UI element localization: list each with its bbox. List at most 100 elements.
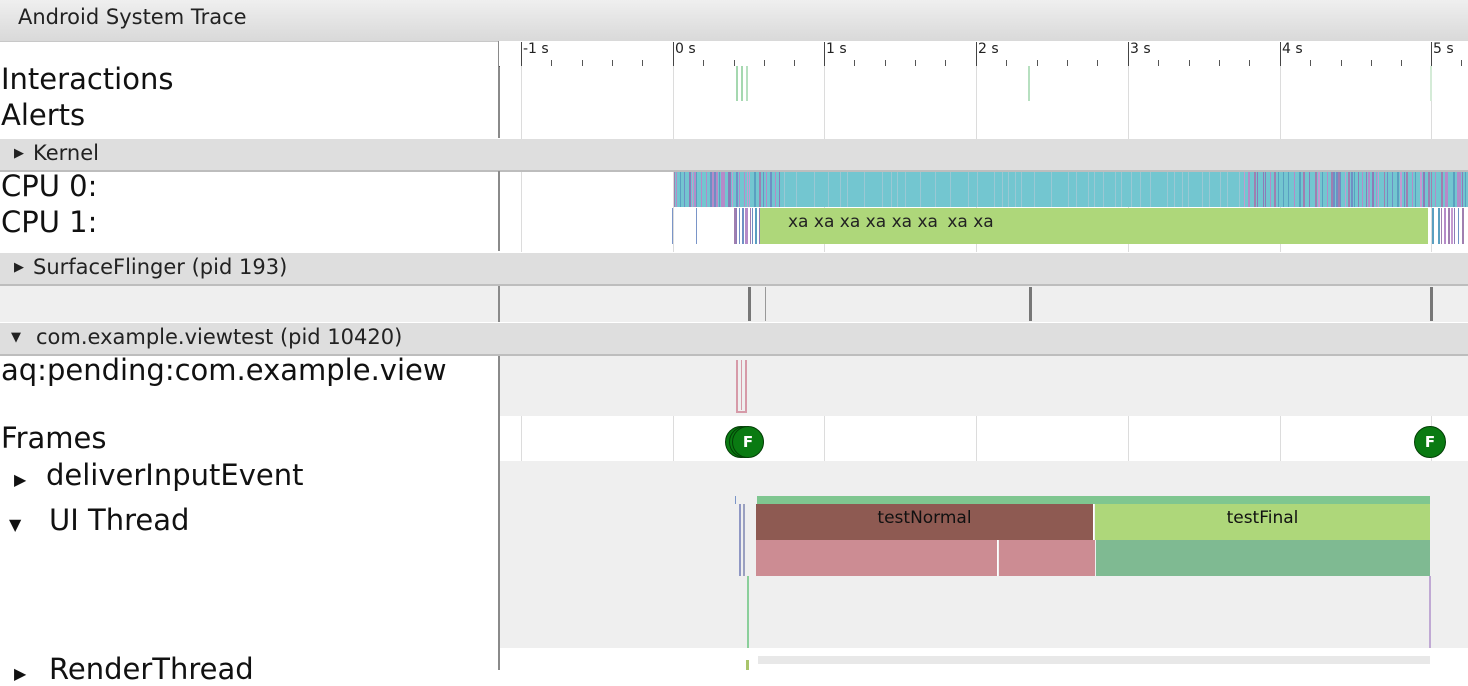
cpu-slice[interactable] (752, 208, 753, 244)
cpu-slice[interactable] (784, 172, 785, 207)
cpu-slice[interactable] (701, 172, 702, 207)
cpu-slice[interactable] (1182, 172, 1183, 207)
interaction-mark[interactable] (746, 66, 748, 101)
cpu-slice[interactable] (1121, 172, 1122, 207)
cpu-slice[interactable] (1444, 208, 1446, 244)
cpu-slice[interactable] (692, 172, 693, 207)
deliver-input-slice[interactable] (735, 496, 736, 504)
frame-marker[interactable]: F (732, 426, 764, 458)
frame-marker[interactable]: F (1414, 426, 1446, 458)
cpu-slice[interactable] (1076, 172, 1077, 207)
ui-small-slice[interactable] (747, 576, 749, 648)
cpu-slice[interactable] (716, 172, 718, 207)
cpu-slice[interactable] (1431, 172, 1432, 207)
cpu-slice[interactable] (1400, 172, 1402, 207)
cpu0-track[interactable] (674, 172, 1468, 207)
cpu-slice[interactable] (828, 172, 829, 207)
ui-small-slice[interactable] (743, 504, 745, 576)
cpu-slice[interactable] (1333, 172, 1335, 207)
cpu-slice[interactable] (1372, 172, 1374, 207)
cpu-slice[interactable] (891, 172, 892, 207)
interaction-mark[interactable] (1028, 66, 1030, 101)
cpu-slice[interactable] (1423, 172, 1425, 207)
cpu-slice[interactable] (672, 208, 673, 244)
cpu-slice[interactable] (935, 172, 936, 207)
cpu-slice[interactable] (1462, 172, 1463, 207)
cpu-slice[interactable] (1315, 172, 1317, 207)
cpu-slice[interactable] (1015, 172, 1016, 207)
expand-arrow-icon[interactable]: ▶ (14, 470, 26, 489)
cpu-slice[interactable] (1270, 172, 1271, 207)
ui-small-slice[interactable] (1429, 576, 1431, 648)
interaction-mark[interactable] (1430, 66, 1432, 101)
cpu-slice[interactable] (1453, 172, 1455, 207)
cpu-slice[interactable] (736, 208, 737, 244)
cpu-slice[interactable] (1094, 172, 1095, 207)
cpu-slice[interactable] (1351, 172, 1353, 207)
surfaceflinger-slice[interactable] (765, 287, 766, 321)
cpu-slice[interactable] (1131, 172, 1132, 207)
cpu-slice[interactable] (1327, 172, 1328, 207)
cpu-slice[interactable] (696, 172, 697, 207)
cpu-slice[interactable] (689, 172, 691, 207)
cpu-slice[interactable] (1140, 172, 1141, 207)
ui-small-slice[interactable] (739, 504, 741, 576)
cpu-slice[interactable] (796, 172, 797, 207)
cpu1-track[interactable]: xa xa xa xa xa xa xa xa (672, 208, 1468, 244)
collapse-arrow-icon[interactable]: ▼ (9, 515, 21, 534)
surfaceflinger-track[interactable] (0, 286, 1468, 322)
cpu-slice[interactable] (750, 208, 751, 244)
cpu-slice[interactable] (1340, 172, 1341, 207)
surfaceflinger-slice[interactable] (1430, 287, 1433, 321)
cpu-slice[interactable] (730, 172, 731, 207)
cpu-slice[interactable] (840, 172, 841, 207)
cpu-slice[interactable] (1354, 172, 1355, 207)
cpu-slice[interactable] (1459, 172, 1461, 207)
cpu-slice[interactable] (754, 172, 756, 207)
cpu-slice[interactable] (1384, 172, 1385, 207)
cpu-slice[interactable] (1451, 208, 1453, 244)
cpu-slice[interactable] (1150, 172, 1151, 207)
cpu-slice[interactable] (1167, 172, 1168, 207)
cpu-slice[interactable] (749, 172, 750, 207)
cpu-slice[interactable] (1376, 172, 1377, 207)
cpu-slice[interactable] (1465, 172, 1466, 207)
ui-slice-test-normal[interactable]: testNormal (756, 504, 1094, 540)
cpu-slice[interactable] (739, 172, 740, 207)
cpu-slice[interactable] (847, 172, 848, 207)
cpu-slice[interactable] (1412, 172, 1413, 207)
cpu-slice[interactable] (897, 172, 898, 207)
interaction-mark[interactable] (741, 66, 743, 101)
cpu-slice[interactable] (1348, 172, 1350, 207)
cpu-slice[interactable] (1415, 172, 1416, 207)
cpu-slice[interactable] (759, 172, 761, 207)
cpu-slice[interactable] (676, 172, 677, 207)
surfaceflinger-slice[interactable] (748, 287, 751, 321)
cpu-slice[interactable] (684, 172, 685, 207)
cpu-slice[interactable] (779, 172, 780, 207)
cpu-slice[interactable] (1002, 172, 1003, 207)
cpu-slice[interactable] (1432, 208, 1434, 244)
cpu-slice[interactable] (1454, 208, 1455, 244)
cpu-slice[interactable] (1220, 172, 1221, 207)
cpu-slice[interactable] (814, 172, 815, 207)
cpu-slice[interactable] (1368, 172, 1370, 207)
cpu-slice[interactable] (1244, 172, 1245, 207)
cpu-slice[interactable] (744, 172, 745, 207)
cpu-slice[interactable] (1288, 172, 1289, 207)
cpu-slice[interactable] (1441, 172, 1443, 207)
cpu-slice[interactable] (1254, 172, 1256, 207)
cpu-slice[interactable] (719, 172, 720, 207)
cpu-slice[interactable] (1051, 172, 1052, 207)
cpu-slice[interactable] (766, 172, 767, 207)
cpu-slice[interactable] (1202, 172, 1203, 207)
cpu-slice[interactable] (1358, 172, 1359, 207)
cpu-slice[interactable] (905, 172, 906, 207)
cpu-slice[interactable] (1441, 208, 1442, 244)
cpu-slice[interactable] (1462, 208, 1464, 244)
cpu-slice[interactable] (1438, 208, 1440, 244)
cpu-slice[interactable] (1209, 172, 1210, 207)
cpu-slice[interactable] (723, 172, 725, 207)
cpu-slice[interactable] (696, 208, 697, 244)
cpu-slice[interactable] (1404, 172, 1405, 207)
